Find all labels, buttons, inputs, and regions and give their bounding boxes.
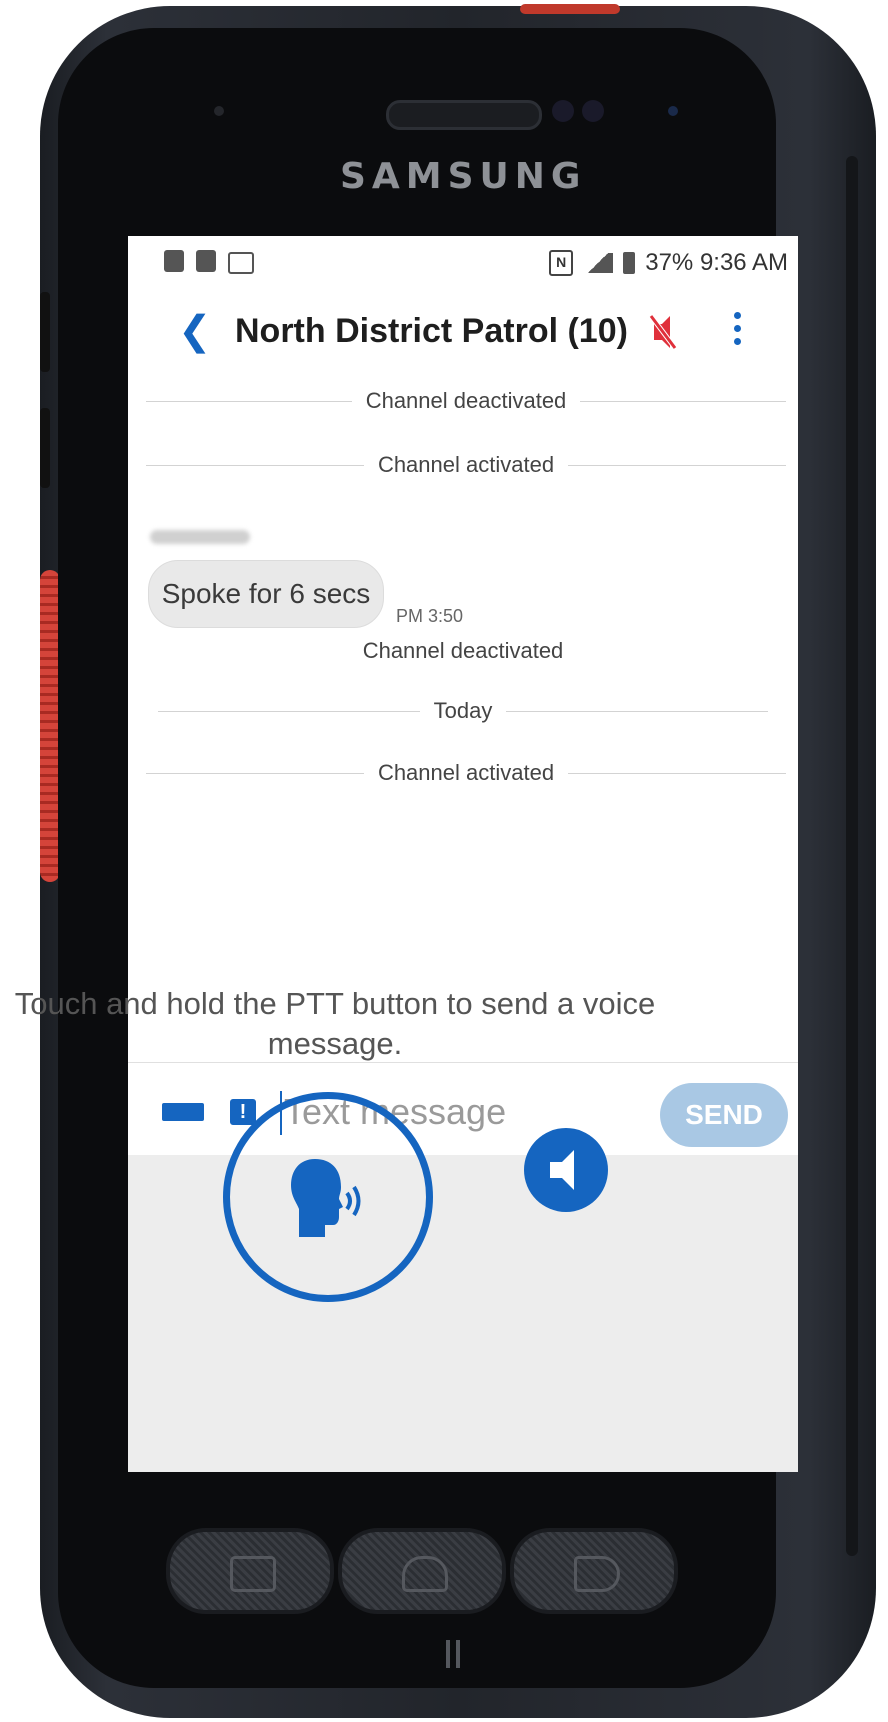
chat-history[interactable]: Channel deactivated Channel activated Sp… — [128, 374, 798, 1062]
right-bezel — [846, 156, 858, 1556]
led-indicator — [668, 106, 678, 116]
event-divider: Channel activated — [146, 758, 786, 788]
front-sensor — [582, 100, 604, 122]
event-text: Channel activated — [377, 760, 555, 785]
volume-up-key[interactable] — [40, 292, 50, 372]
event-divider: Channel activated — [146, 450, 786, 480]
ptt-notification-icon-2 — [196, 250, 216, 272]
home-icon — [402, 1556, 448, 1592]
home-key[interactable] — [338, 1528, 506, 1614]
ptt-hint: Touch and hold the PTT button to send a … — [14, 986, 656, 1061]
voice-message-bubble[interactable]: Spoke for 6 secs — [148, 560, 384, 628]
back-button[interactable]: ❮ — [178, 308, 212, 354]
app-bar: ❮ North District Patrol (10) — [128, 292, 798, 374]
speaking-head-icon — [291, 1159, 361, 1237]
speaker-icon — [550, 1150, 574, 1190]
volume-down-key[interactable] — [40, 408, 50, 488]
earpiece-speaker — [386, 100, 542, 130]
top-ptt-key[interactable] — [520, 4, 620, 14]
keyboard-icon[interactable] — [162, 1103, 204, 1121]
speaker-toggle-button[interactable] — [524, 1128, 608, 1212]
recent-apps-icon — [230, 1556, 276, 1592]
event-divider: Channel deactivated — [146, 386, 786, 416]
front-camera — [552, 100, 574, 122]
event-text: Channel activated — [377, 452, 555, 477]
bottom-mic-2 — [456, 1640, 460, 1668]
brand-logo: SAMSUNG — [340, 156, 587, 197]
battery-icon — [623, 252, 636, 274]
signal-icon — [583, 253, 614, 273]
ptt-notification-icon — [164, 250, 184, 272]
event-text: Channel deactivated — [362, 638, 564, 663]
message-composer: ! SEND — [128, 1062, 798, 1155]
recent-apps-key[interactable] — [166, 1528, 334, 1614]
status-left-icons — [164, 250, 254, 274]
back-key[interactable] — [510, 1528, 678, 1614]
bottom-mic — [446, 1640, 450, 1668]
status-right: N 37% 9:36 AM — [549, 249, 788, 277]
message-time: PM 3:50 — [396, 606, 464, 626]
ptt-talk-button[interactable] — [223, 1092, 433, 1302]
screen: N 37% 9:36 AM ❮ North District Patrol (1… — [128, 236, 798, 1472]
sensor-dot — [214, 106, 224, 116]
send-button[interactable]: SEND — [660, 1083, 788, 1147]
back-icon — [574, 1556, 620, 1592]
status-bar: N 37% 9:36 AM — [128, 236, 798, 292]
alert-message-icon[interactable]: ! — [230, 1099, 256, 1125]
date-divider: Today — [158, 696, 768, 726]
status-text: 37% 9:36 AM — [645, 249, 788, 276]
mute-icon[interactable] — [648, 310, 678, 354]
side-ptt-key[interactable] — [40, 570, 60, 882]
date-text: Today — [433, 698, 493, 723]
event-text: Channel deactivated — [365, 388, 567, 413]
image-notification-icon — [228, 252, 254, 274]
sender-name-blurred — [150, 530, 250, 544]
nfc-icon: N — [549, 250, 574, 276]
more-options-icon[interactable] — [734, 312, 744, 356]
channel-title: North District Patrol (10) — [235, 312, 628, 350]
